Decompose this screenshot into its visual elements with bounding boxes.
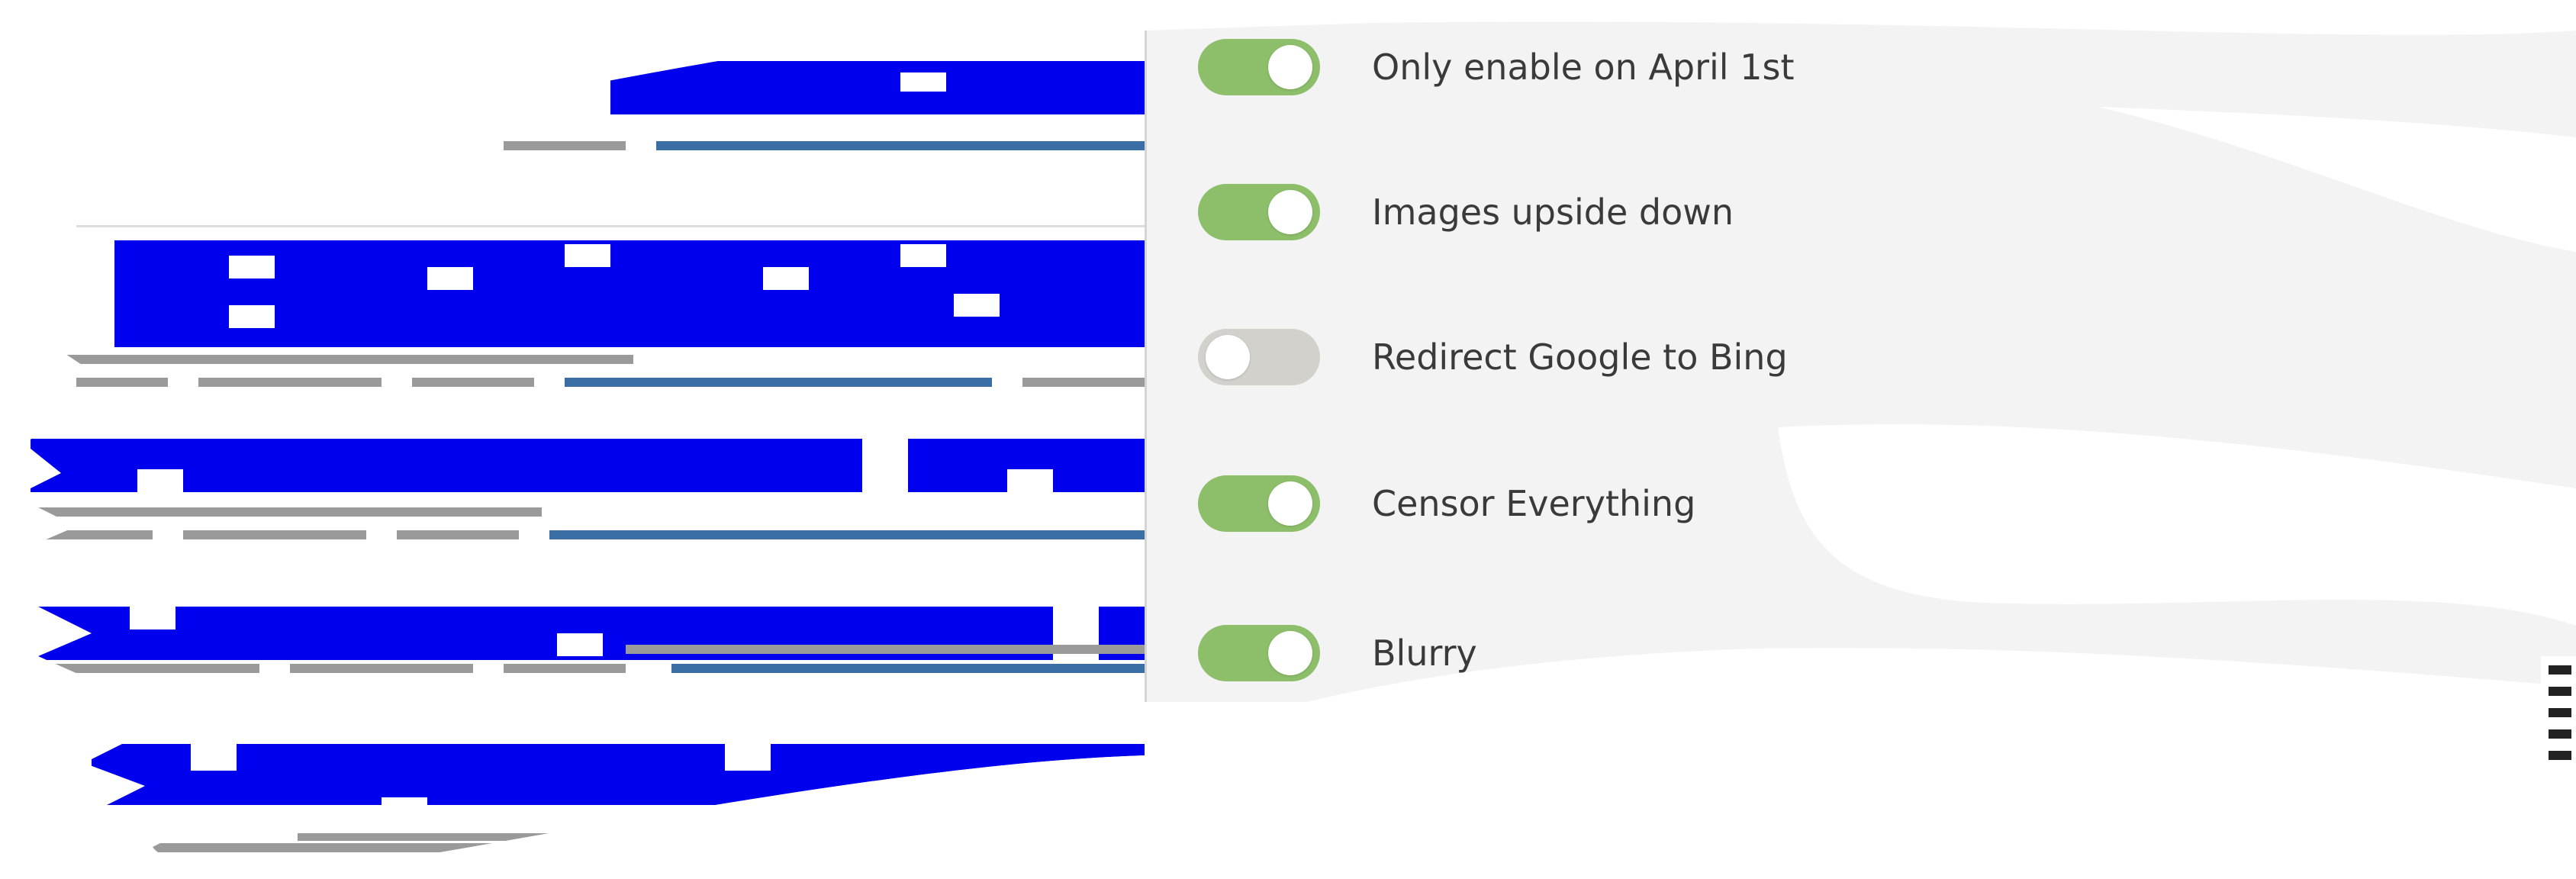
redirect-google-toggle[interactable] <box>1198 329 1320 385</box>
toggle-knob <box>1268 190 1312 234</box>
censor-everything-toggle[interactable] <box>1198 475 1320 532</box>
toggle-knob <box>1268 481 1312 526</box>
toggle-label: Redirect Google to Bing <box>1372 336 1788 378</box>
toggle-row-blurry[interactable]: Blurry <box>1198 617 2114 690</box>
toggle-label: Images upside down <box>1372 192 1734 233</box>
toggle-label: Only enable on April 1st <box>1372 47 1795 88</box>
images-upside-down-toggle[interactable] <box>1198 184 1320 240</box>
toggle-row-april-first[interactable]: Only enable on April 1st <box>1198 31 2114 104</box>
toggle-knob <box>1206 335 1250 379</box>
toggle-row-censor-everything[interactable]: Censor Everything <box>1198 467 2114 540</box>
toggle-row-images-upside-down[interactable]: Images upside down <box>1198 175 2114 249</box>
april-first-toggle[interactable] <box>1198 39 1320 95</box>
toggle-knob <box>1268 631 1312 675</box>
toggle-row-redirect-google[interactable]: Redirect Google to Bing <box>1198 320 2114 394</box>
toggle-knob <box>1268 45 1312 89</box>
blurry-toggle[interactable] <box>1198 625 1320 681</box>
toggle-label: Censor Everything <box>1372 483 1696 524</box>
scrollbar-edge-fragment <box>2541 656 2576 786</box>
toggle-label: Blurry <box>1372 633 1477 674</box>
